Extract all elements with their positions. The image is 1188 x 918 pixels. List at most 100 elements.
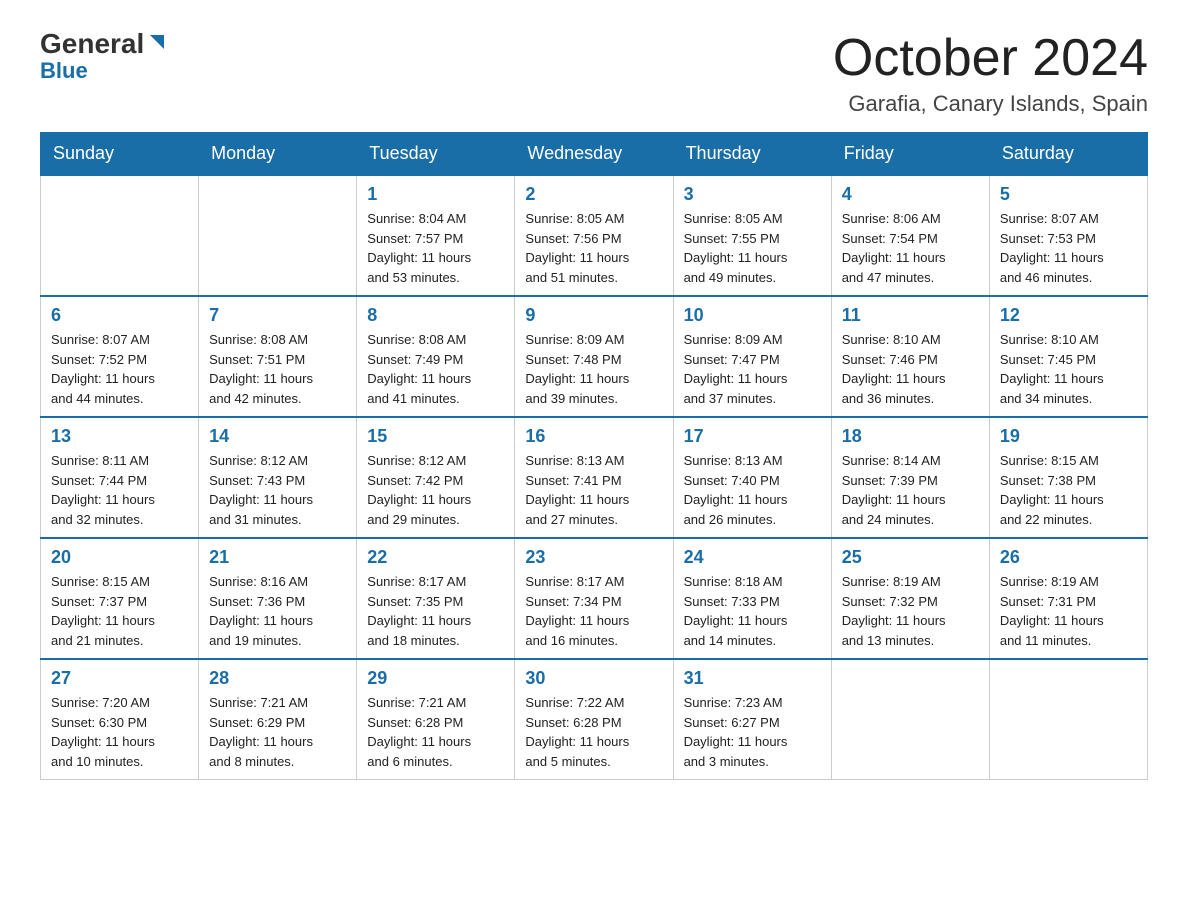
day-info: Sunrise: 8:04 AM Sunset: 7:57 PM Dayligh… xyxy=(367,209,504,287)
weekday-header-wednesday: Wednesday xyxy=(515,133,673,176)
day-number: 4 xyxy=(842,184,979,205)
day-number: 31 xyxy=(684,668,821,689)
day-info: Sunrise: 8:06 AM Sunset: 7:54 PM Dayligh… xyxy=(842,209,979,287)
day-info: Sunrise: 8:10 AM Sunset: 7:45 PM Dayligh… xyxy=(1000,330,1137,408)
calendar-cell: 14 Sunrise: 8:12 AM Sunset: 7:43 PM Dayli… xyxy=(199,417,357,538)
weekday-header-row: SundayMondayTuesdayWednesdayThursdayFrid… xyxy=(41,133,1148,176)
day-number: 30 xyxy=(525,668,662,689)
day-number: 11 xyxy=(842,305,979,326)
day-number: 12 xyxy=(1000,305,1137,326)
calendar-cell: 9 Sunrise: 8:09 AM Sunset: 7:48 PM Daylig… xyxy=(515,296,673,417)
week-row-3: 13 Sunrise: 8:11 AM Sunset: 7:44 PM Dayli… xyxy=(41,417,1148,538)
calendar-cell: 24 Sunrise: 8:18 AM Sunset: 7:33 PM Dayli… xyxy=(673,538,831,659)
title-area: October 2024 Garafia, Canary Islands, Sp… xyxy=(833,30,1148,117)
day-number: 24 xyxy=(684,547,821,568)
calendar-cell: 13 Sunrise: 8:11 AM Sunset: 7:44 PM Dayli… xyxy=(41,417,199,538)
day-info: Sunrise: 8:12 AM Sunset: 7:43 PM Dayligh… xyxy=(209,451,346,529)
weekday-header-saturday: Saturday xyxy=(989,133,1147,176)
day-info: Sunrise: 8:05 AM Sunset: 7:55 PM Dayligh… xyxy=(684,209,821,287)
location-title: Garafia, Canary Islands, Spain xyxy=(833,91,1148,117)
day-info: Sunrise: 8:15 AM Sunset: 7:37 PM Dayligh… xyxy=(51,572,188,650)
day-info: Sunrise: 8:11 AM Sunset: 7:44 PM Dayligh… xyxy=(51,451,188,529)
day-info: Sunrise: 8:13 AM Sunset: 7:40 PM Dayligh… xyxy=(684,451,821,529)
calendar-cell: 31 Sunrise: 7:23 AM Sunset: 6:27 PM Dayli… xyxy=(673,659,831,780)
day-number: 23 xyxy=(525,547,662,568)
calendar-cell: 10Sunrise: 8:09 AM Sunset: 7:47 PM Dayli… xyxy=(673,296,831,417)
weekday-header-friday: Friday xyxy=(831,133,989,176)
week-row-4: 20 Sunrise: 8:15 AM Sunset: 7:37 PM Dayli… xyxy=(41,538,1148,659)
calendar-cell xyxy=(41,175,199,296)
weekday-header-monday: Monday xyxy=(199,133,357,176)
day-info: Sunrise: 8:18 AM Sunset: 7:33 PM Dayligh… xyxy=(684,572,821,650)
weekday-header-tuesday: Tuesday xyxy=(357,133,515,176)
day-info: Sunrise: 8:15 AM Sunset: 7:38 PM Dayligh… xyxy=(1000,451,1137,529)
calendar-cell: 15Sunrise: 8:12 AM Sunset: 7:42 PM Dayli… xyxy=(357,417,515,538)
day-info: Sunrise: 8:08 AM Sunset: 7:49 PM Dayligh… xyxy=(367,330,504,408)
logo: General Blue xyxy=(40,30,168,82)
month-title: October 2024 xyxy=(833,30,1148,87)
calendar-cell: 5Sunrise: 8:07 AM Sunset: 7:53 PM Daylig… xyxy=(989,175,1147,296)
day-info: Sunrise: 8:17 AM Sunset: 7:35 PM Dayligh… xyxy=(367,572,504,650)
day-info: Sunrise: 7:22 AM Sunset: 6:28 PM Dayligh… xyxy=(525,693,662,771)
calendar-cell xyxy=(831,659,989,780)
calendar-cell: 19 Sunrise: 8:15 AM Sunset: 7:38 PM Dayli… xyxy=(989,417,1147,538)
day-info: Sunrise: 7:21 AM Sunset: 6:28 PM Dayligh… xyxy=(367,693,504,771)
day-number: 6 xyxy=(51,305,188,326)
day-number: 3 xyxy=(684,184,821,205)
day-info: Sunrise: 8:19 AM Sunset: 7:31 PM Dayligh… xyxy=(1000,572,1137,650)
logo-blue-text: Blue xyxy=(40,60,88,82)
day-number: 26 xyxy=(1000,547,1137,568)
day-info: Sunrise: 7:20 AM Sunset: 6:30 PM Dayligh… xyxy=(51,693,188,771)
calendar-cell: 12 Sunrise: 8:10 AM Sunset: 7:45 PM Dayli… xyxy=(989,296,1147,417)
calendar-cell: 20 Sunrise: 8:15 AM Sunset: 7:37 PM Dayli… xyxy=(41,538,199,659)
logo-general-text: General xyxy=(40,30,144,58)
calendar-cell: 3 Sunrise: 8:05 AM Sunset: 7:55 PM Daylig… xyxy=(673,175,831,296)
day-number: 7 xyxy=(209,305,346,326)
day-info: Sunrise: 8:09 AM Sunset: 7:48 PM Dayligh… xyxy=(525,330,662,408)
calendar-cell: 18Sunrise: 8:14 AM Sunset: 7:39 PM Dayli… xyxy=(831,417,989,538)
calendar-cell: 16Sunrise: 8:13 AM Sunset: 7:41 PM Dayli… xyxy=(515,417,673,538)
calendar-cell xyxy=(989,659,1147,780)
day-info: Sunrise: 8:19 AM Sunset: 7:32 PM Dayligh… xyxy=(842,572,979,650)
day-number: 8 xyxy=(367,305,504,326)
day-number: 28 xyxy=(209,668,346,689)
day-info: Sunrise: 8:16 AM Sunset: 7:36 PM Dayligh… xyxy=(209,572,346,650)
day-number: 17 xyxy=(684,426,821,447)
calendar-cell: 4 Sunrise: 8:06 AM Sunset: 7:54 PM Daylig… xyxy=(831,175,989,296)
calendar-cell xyxy=(199,175,357,296)
week-row-2: 6 Sunrise: 8:07 AM Sunset: 7:52 PM Daylig… xyxy=(41,296,1148,417)
day-number: 14 xyxy=(209,426,346,447)
day-info: Sunrise: 8:10 AM Sunset: 7:46 PM Dayligh… xyxy=(842,330,979,408)
weekday-header-sunday: Sunday xyxy=(41,133,199,176)
day-number: 25 xyxy=(842,547,979,568)
calendar-cell: 30 Sunrise: 7:22 AM Sunset: 6:28 PM Dayli… xyxy=(515,659,673,780)
day-number: 19 xyxy=(1000,426,1137,447)
day-info: Sunrise: 7:23 AM Sunset: 6:27 PM Dayligh… xyxy=(684,693,821,771)
day-info: Sunrise: 8:17 AM Sunset: 7:34 PM Dayligh… xyxy=(525,572,662,650)
calendar-cell: 26 Sunrise: 8:19 AM Sunset: 7:31 PM Dayli… xyxy=(989,538,1147,659)
week-row-5: 27 Sunrise: 7:20 AM Sunset: 6:30 PM Dayli… xyxy=(41,659,1148,780)
day-number: 13 xyxy=(51,426,188,447)
day-number: 21 xyxy=(209,547,346,568)
header: General Blue October 2024 Garafia, Canar… xyxy=(40,30,1148,117)
day-number: 22 xyxy=(367,547,504,568)
calendar-cell: 27 Sunrise: 7:20 AM Sunset: 6:30 PM Dayli… xyxy=(41,659,199,780)
calendar-cell: 28Sunrise: 7:21 AM Sunset: 6:29 PM Dayli… xyxy=(199,659,357,780)
day-info: Sunrise: 8:09 AM Sunset: 7:47 PM Dayligh… xyxy=(684,330,821,408)
calendar-cell: 23 Sunrise: 8:17 AM Sunset: 7:34 PM Dayli… xyxy=(515,538,673,659)
calendar-cell: 1Sunrise: 8:04 AM Sunset: 7:57 PM Daylig… xyxy=(357,175,515,296)
day-number: 27 xyxy=(51,668,188,689)
day-number: 20 xyxy=(51,547,188,568)
day-number: 15 xyxy=(367,426,504,447)
calendar-cell: 11 Sunrise: 8:10 AM Sunset: 7:46 PM Dayli… xyxy=(831,296,989,417)
day-info: Sunrise: 8:05 AM Sunset: 7:56 PM Dayligh… xyxy=(525,209,662,287)
calendar-cell: 29Sunrise: 7:21 AM Sunset: 6:28 PM Dayli… xyxy=(357,659,515,780)
week-row-1: 1Sunrise: 8:04 AM Sunset: 7:57 PM Daylig… xyxy=(41,175,1148,296)
day-number: 2 xyxy=(525,184,662,205)
day-info: Sunrise: 8:07 AM Sunset: 7:52 PM Dayligh… xyxy=(51,330,188,408)
calendar-cell: 7Sunrise: 8:08 AM Sunset: 7:51 PM Daylig… xyxy=(199,296,357,417)
day-number: 9 xyxy=(525,305,662,326)
calendar-cell: 17 Sunrise: 8:13 AM Sunset: 7:40 PM Dayli… xyxy=(673,417,831,538)
logo-arrow-icon xyxy=(146,31,168,53)
calendar-table: SundayMondayTuesdayWednesdayThursdayFrid… xyxy=(40,132,1148,780)
